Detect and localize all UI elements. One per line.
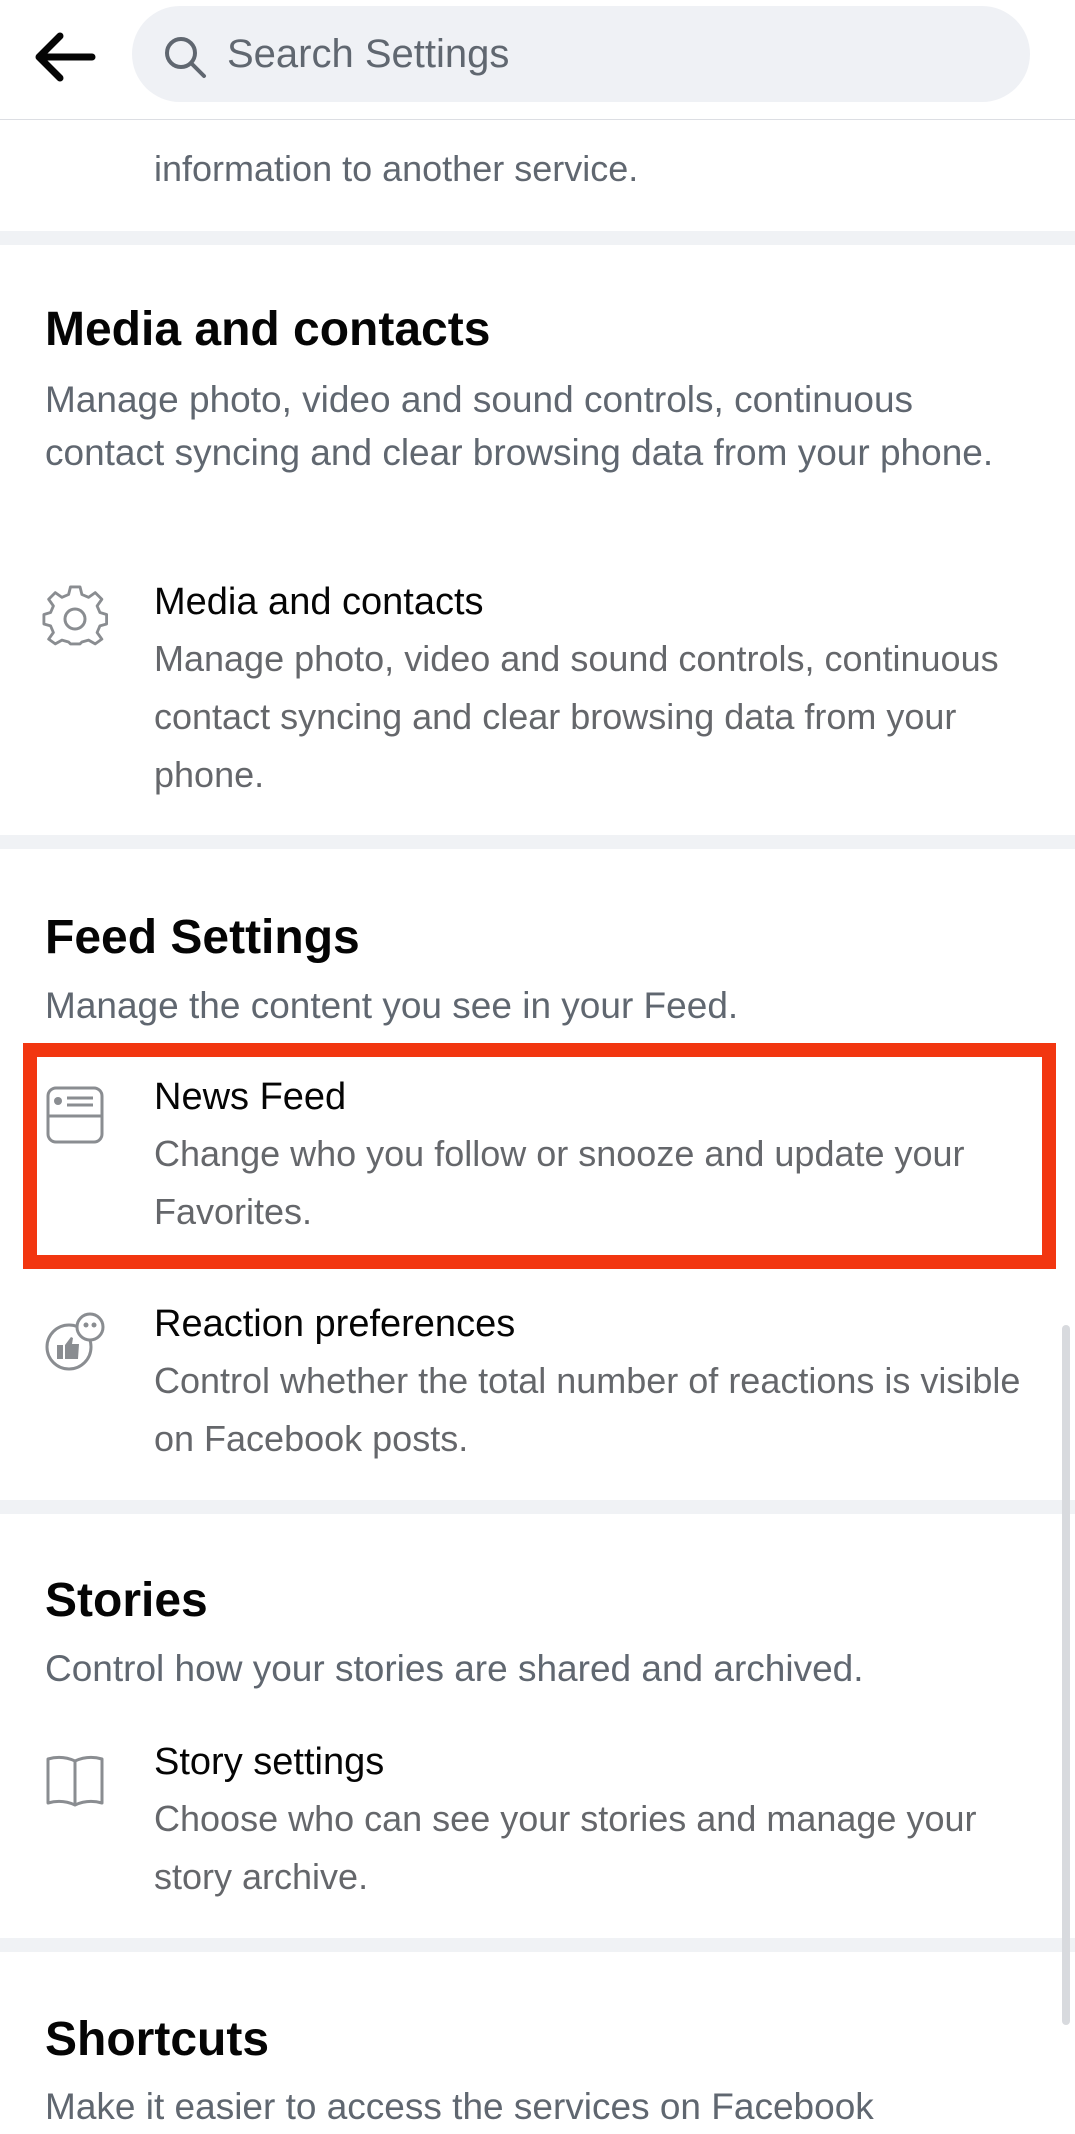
section-desc-media: Manage photo, video and sound controls, …: [45, 379, 994, 473]
back-arrow-icon: [35, 32, 96, 82]
section-title-stories: Stories: [45, 1574, 208, 1627]
item-description: Choose who can see your stories and mana…: [154, 1798, 977, 1897]
section-desc-stories: Control how your stories are shared and …: [45, 1648, 864, 1689]
section-title-media: Media and contacts: [45, 303, 491, 356]
book-icon: [46, 1755, 104, 1807]
reactions-icon: [45, 1312, 105, 1371]
section-title-feed: Feed Settings: [45, 911, 360, 964]
back-button[interactable]: [30, 23, 100, 93]
section-divider: [0, 835, 1075, 849]
news-feed-icon: [46, 1086, 104, 1144]
settings-item-reaction-preferences[interactable]: Reaction preferences Control whether the…: [0, 1297, 1075, 1487]
scrollbar[interactable]: [1062, 1325, 1070, 2025]
settings-item-media-contacts[interactable]: Media and contacts Manage photo, video a…: [0, 575, 1075, 805]
item-description: Change who you follow or snooze and upda…: [154, 1133, 965, 1232]
search-bar[interactable]: [132, 6, 1030, 102]
section-divider: [0, 231, 1075, 245]
section-title-shortcuts: Shortcuts: [45, 2013, 270, 2066]
item-description: Control whether the total number of reac…: [154, 1360, 1021, 1459]
top-bar: [0, 0, 1075, 120]
item-title: Story settings: [154, 1741, 385, 1783]
item-title: News Feed: [154, 1076, 347, 1118]
section-divider: [0, 1938, 1075, 1952]
section-desc-feed: Manage the content you see in your Feed.: [45, 985, 739, 1026]
search-input[interactable]: [227, 28, 987, 80]
settings-item-story-settings[interactable]: Story settings Choose who can see your s…: [0, 1735, 1075, 1925]
previous-section-text: information to another service.: [154, 148, 639, 189]
item-title: Reaction preferences: [154, 1303, 516, 1345]
item-description: Manage photo, video and sound controls, …: [154, 638, 999, 795]
section-desc-shortcuts: Make it easier to access the services on…: [45, 2086, 874, 2127]
section-divider: [0, 1500, 1075, 1514]
settings-item-news-feed[interactable]: News Feed Change who you follow or snooz…: [0, 1070, 1075, 1250]
search-icon: [165, 37, 206, 78]
item-title: Media and contacts: [154, 581, 484, 623]
gear-icon: [42, 585, 108, 646]
